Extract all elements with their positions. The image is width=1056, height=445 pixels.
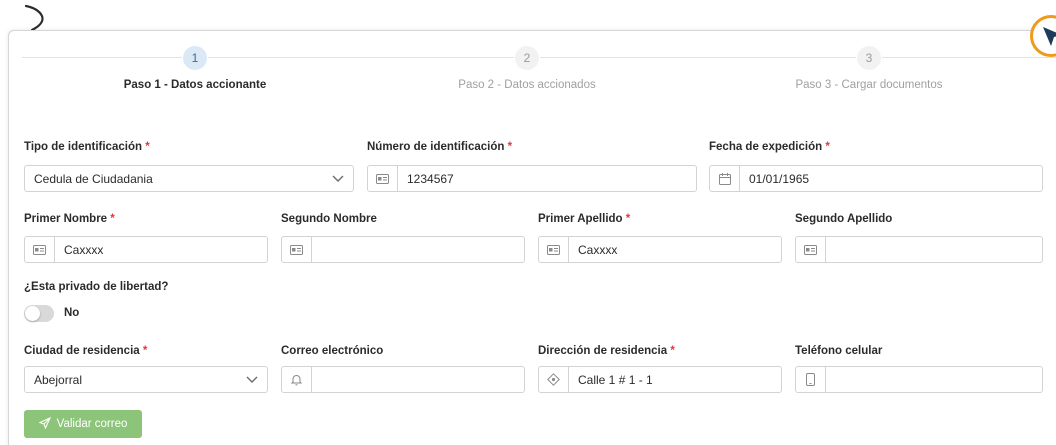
label-text: Primer Apellido: [538, 213, 623, 225]
label-text: Segundo Nombre: [281, 213, 377, 225]
correo-electronico-label: Correo electrónico: [281, 345, 383, 357]
required-mark: *: [110, 213, 115, 225]
fecha-expedicion-input[interactable]: 01/01/1965: [709, 165, 1043, 192]
step-connector: [208, 57, 514, 58]
input-value: 01/01/1965: [749, 171, 810, 186]
input-value: Caxxxx: [64, 242, 104, 257]
segundo-nombre-label: Segundo Nombre: [281, 213, 377, 225]
label-text: Dirección de residencia: [538, 345, 668, 357]
step-2-label[interactable]: Paso 2 - Datos accionados: [458, 79, 595, 91]
required-mark: *: [145, 141, 150, 153]
required-mark: *: [825, 141, 830, 153]
label-text: Correo electrónico: [281, 345, 384, 357]
step-1-label[interactable]: Paso 1 - Datos accionante: [124, 79, 267, 91]
toggle-state-text: No: [64, 307, 80, 319]
button-label: Validar correo: [56, 418, 128, 430]
calendar-icon: [710, 166, 740, 191]
correo-electronico-input[interactable]: [281, 366, 525, 393]
id-card-icon: [25, 237, 55, 262]
telefono-celular-label: Teléfono celular: [795, 345, 882, 357]
mobile-icon: [796, 367, 826, 392]
direccion-residencia-input[interactable]: Calle 1 # 1 - 1: [538, 366, 782, 393]
id-card-icon: [368, 166, 398, 191]
step-1-indicator[interactable]: 1: [183, 46, 207, 70]
id-card-icon: [796, 237, 826, 262]
step-3-label[interactable]: Paso 3 - Cargar documentos: [795, 79, 942, 91]
id-card-icon: [282, 237, 312, 262]
input-value: Caxxxx: [578, 242, 618, 257]
ciudad-residencia-label: Ciudad de residencia *: [24, 345, 147, 357]
select-value: Abejorral: [34, 372, 83, 387]
tipo-identificacion-select[interactable]: Cedula de Ciudadania: [24, 165, 354, 192]
label-text: Tipo de identificación: [24, 141, 142, 153]
location-icon: [539, 367, 569, 392]
step-3-indicator[interactable]: 3: [857, 46, 881, 70]
label-text: Primer Nombre: [24, 213, 108, 225]
step-2-indicator[interactable]: 2: [515, 46, 539, 70]
bell-icon: [282, 367, 312, 392]
stepper: 1 Paso 1 - Datos accionante 2 Paso 2 - D…: [22, 44, 1056, 100]
privado-libertad-toggle[interactable]: [24, 305, 54, 322]
required-mark: *: [507, 141, 513, 153]
numero-identificacion-label: Número de identificación *: [367, 141, 512, 153]
chevron-down-icon: [237, 376, 267, 384]
primer-nombre-input[interactable]: Caxxxx: [24, 236, 268, 263]
required-mark: *: [142, 345, 148, 357]
select-value: Cedula de Ciudadania: [34, 171, 153, 186]
fecha-expedicion-label: Fecha de expedición *: [709, 141, 830, 153]
id-card-icon: [539, 237, 569, 262]
step-connector: [540, 57, 856, 58]
validar-correo-button[interactable]: Validar correo: [24, 410, 142, 438]
step-connector: [882, 57, 1056, 58]
numero-identificacion-input[interactable]: 1234567: [367, 165, 697, 192]
send-icon: [38, 416, 51, 432]
privado-libertad-label: ¿Esta privado de libertad?: [24, 281, 169, 293]
ciudad-residencia-select[interactable]: Abejorral: [24, 366, 268, 393]
segundo-apellido-input[interactable]: [795, 236, 1043, 263]
direccion-residencia-label: Dirección de residencia *: [538, 345, 675, 357]
required-mark: *: [670, 345, 675, 357]
toggle-knob: [25, 306, 40, 321]
label-text: Teléfono celular: [795, 345, 883, 357]
label-text: Segundo Apellido: [795, 213, 893, 225]
input-value: Calle 1 # 1 - 1: [578, 372, 653, 387]
primer-apellido-label: Primer Apellido *: [538, 213, 630, 225]
required-mark: *: [625, 213, 631, 225]
label-text: Fecha de expedición: [709, 141, 823, 153]
label-text: Número de identificación: [367, 141, 505, 153]
tipo-identificacion-label: Tipo de identificación *: [24, 141, 150, 153]
segundo-nombre-input[interactable]: [281, 236, 525, 263]
label-text: Ciudad de residencia: [24, 345, 140, 357]
step-connector: [22, 57, 182, 58]
chevron-down-icon: [323, 175, 353, 183]
segundo-apellido-label: Segundo Apellido: [795, 213, 892, 225]
primer-nombre-label: Primer Nombre *: [24, 213, 115, 225]
primer-apellido-input[interactable]: Caxxxx: [538, 236, 782, 263]
telefono-celular-input[interactable]: [795, 366, 1043, 393]
input-value: 1234567: [407, 171, 454, 186]
